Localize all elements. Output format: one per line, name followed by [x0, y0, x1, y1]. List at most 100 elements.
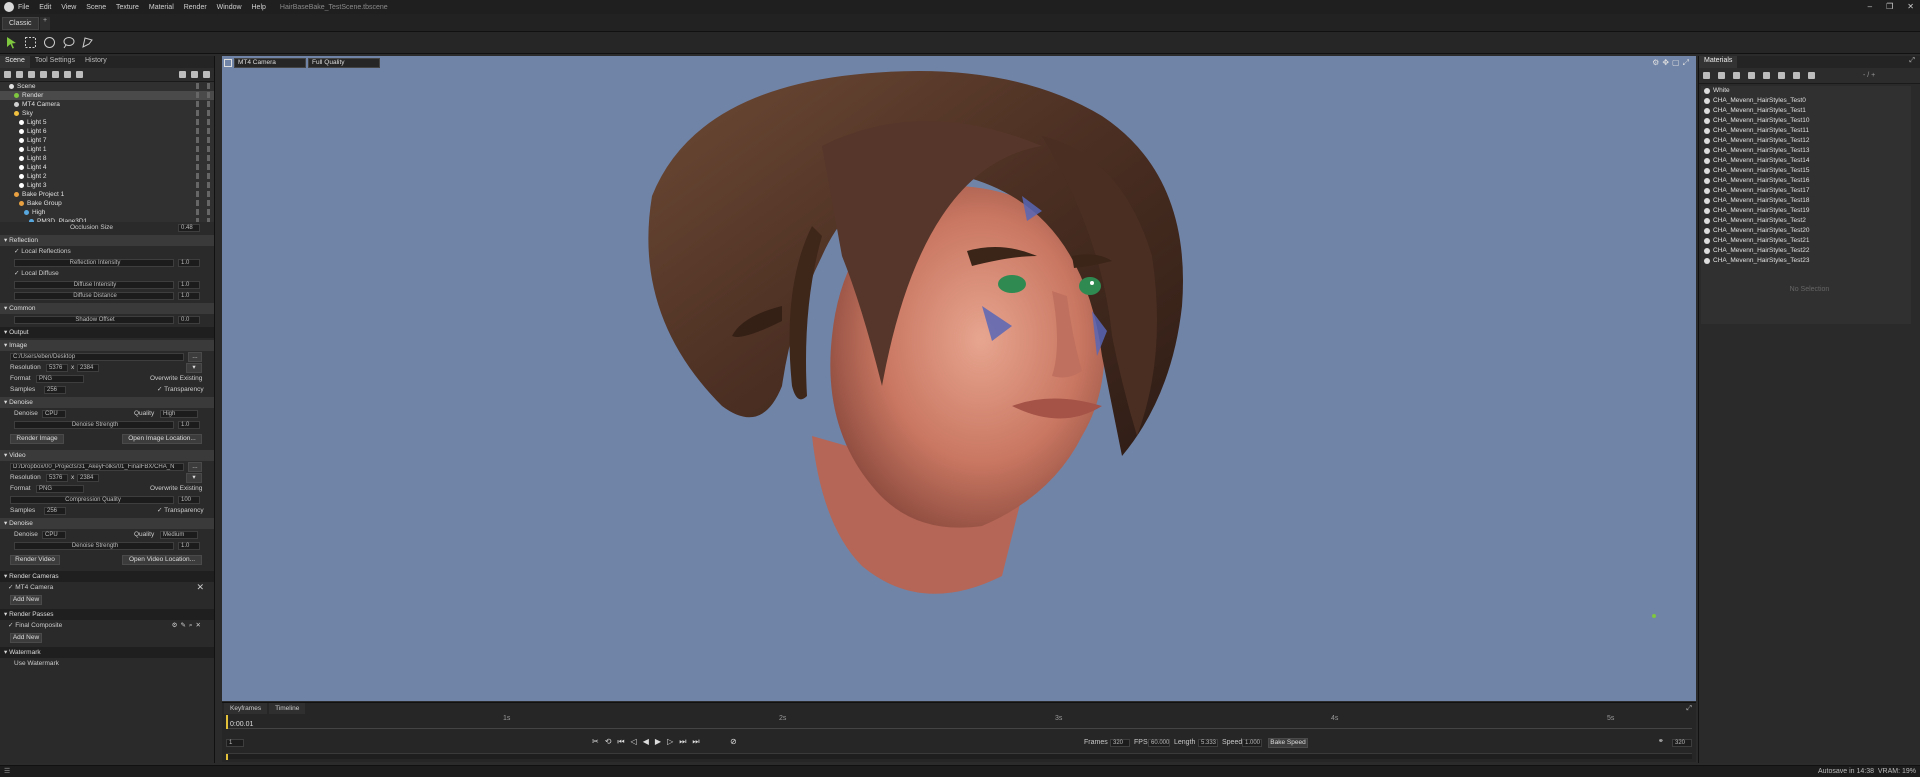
image-transparency-checkbox[interactable]: ✓ Transparency	[157, 384, 204, 395]
circle-select-icon[interactable]	[43, 36, 56, 49]
occlusion-size-field[interactable]: 0.48	[178, 223, 200, 232]
render-image-button[interactable]: Render Image	[10, 434, 64, 444]
video-denoise-header[interactable]: ▾ Denoise	[0, 518, 214, 529]
image-res-height[interactable]: 2384	[77, 363, 99, 372]
image-denoise-strength-slider[interactable]: Denoise Strength	[14, 420, 174, 429]
close-button[interactable]: ✕	[1907, 2, 1914, 11]
reflection-intensity-field[interactable]: 1.0	[178, 258, 200, 267]
video-browse-button[interactable]: ...	[188, 461, 202, 472]
camera-select[interactable]: MT4 Camera	[234, 58, 306, 68]
add-workspace-button[interactable]: +	[40, 17, 50, 30]
video-res-preset-button[interactable]: ▾	[186, 472, 202, 483]
image-denoise-select[interactable]: CPU	[42, 409, 66, 418]
tab-history[interactable]: History	[80, 56, 112, 68]
lock-visibility-icon[interactable]	[196, 119, 210, 125]
local-diffuse-row[interactable]: ✓ Local Diffuse	[0, 268, 214, 279]
bake-speed-button[interactable]: Bake Speed	[1268, 737, 1308, 748]
lock-visibility-icon[interactable]	[196, 110, 210, 116]
scene-tree-item[interactable]: Sky	[0, 109, 214, 118]
scene-tree-item[interactable]: Bake Group	[0, 199, 214, 208]
image-denoise-strength-field[interactable]: 1.0	[178, 420, 200, 429]
tab-scene[interactable]: Scene	[0, 56, 30, 68]
material-folder-icon[interactable]	[1748, 72, 1755, 79]
menu-help[interactable]: Help	[252, 4, 266, 11]
video-quality-select[interactable]: Medium	[160, 530, 198, 539]
speed-field[interactable]: 1.000	[1242, 738, 1262, 747]
diffuse-distance-field[interactable]: 1.0	[178, 291, 200, 300]
compression-quality-field[interactable]: 100	[178, 495, 200, 504]
render-cameras-header[interactable]: ▾ Render Cameras	[0, 571, 214, 582]
scene-tree-item[interactable]: Light 7	[0, 136, 214, 145]
scene-tree-item[interactable]: Light 4	[0, 163, 214, 172]
scene-tree-item[interactable]: MT4 Camera	[0, 100, 214, 109]
image-samples-field[interactable]: 256	[44, 385, 66, 394]
playhead[interactable]	[226, 715, 228, 729]
local-reflections-row[interactable]: ✓ Local Reflections	[0, 246, 214, 257]
frames-field[interactable]: 320	[1110, 738, 1130, 747]
reflection-header[interactable]: ▾ Reflection	[0, 235, 214, 246]
material-item[interactable]: CHA_Mevenn_HairStyles_Test12	[1701, 136, 1911, 146]
menu-file[interactable]: File	[18, 4, 29, 11]
lock-visibility-icon[interactable]	[196, 92, 210, 98]
material-settings-icon[interactable]	[1808, 72, 1815, 79]
scene-tree-item[interactable]: Light 6	[0, 127, 214, 136]
menu-window[interactable]: Window	[217, 4, 242, 11]
material-item[interactable]: CHA_Mevenn_HairStyles_Test20	[1701, 226, 1911, 236]
menu-render[interactable]: Render	[184, 4, 207, 11]
scene-tree-item[interactable]: Light 1	[0, 145, 214, 154]
duplicate-icon[interactable]	[191, 71, 198, 78]
open-image-location-button[interactable]: Open Image Location...	[122, 434, 202, 444]
add-material-icon[interactable]	[1703, 72, 1710, 79]
add-object-icon[interactable]	[4, 71, 11, 78]
image-format-select[interactable]: PNG	[36, 374, 84, 383]
video-res-width[interactable]: 5376	[46, 473, 68, 482]
lock-visibility-icon[interactable]	[196, 155, 210, 161]
watermark-header[interactable]: ▾ Watermark	[0, 647, 214, 658]
camera-icon[interactable]	[28, 71, 35, 78]
scene-tree-item[interactable]: Bake Project 1	[0, 190, 214, 199]
remove-camera-icon[interactable]: ✕	[196, 582, 204, 593]
render-pass-item[interactable]: ✓ Final Composite ⚙✎⌕✕	[0, 620, 214, 631]
transport-buttons[interactable]: ✂⟲⏮◁◀▶▷⏭⏭	[592, 737, 706, 747]
shadow-offset-field[interactable]: 0.0	[178, 315, 200, 324]
video-denoise-strength-field[interactable]: 1.0	[178, 541, 200, 550]
image-path-field[interactable]: C:/Users/eben/Desktop	[10, 352, 184, 361]
diffuse-distance-slider[interactable]: Diffuse Distance	[14, 291, 174, 300]
mesh-icon[interactable]	[40, 71, 47, 78]
video-format-select[interactable]: PNG	[36, 484, 84, 493]
material-refresh-icon[interactable]	[1793, 72, 1800, 79]
length-field[interactable]: 5.333	[1198, 738, 1218, 747]
scene-tree-item[interactable]: Light 3	[0, 181, 214, 190]
lock-visibility-icon[interactable]	[196, 101, 210, 107]
rect-select-icon[interactable]	[24, 36, 37, 49]
image-quality-select[interactable]: High	[160, 409, 198, 418]
shadow-offset-slider[interactable]: Shadow Offset	[14, 315, 174, 324]
diffuse-intensity-field[interactable]: 1.0	[178, 280, 200, 289]
video-path-field[interactable]: D:/Dropbox/00_Projects/31_AkeyFolks/01_F…	[10, 462, 184, 471]
menu-scene[interactable]: Scene	[86, 4, 106, 11]
image-denoise-header[interactable]: ▾ Denoise	[0, 397, 214, 408]
tab-timeline[interactable]: Timeline	[269, 703, 306, 714]
video-denoise-select[interactable]: CPU	[42, 530, 66, 539]
quality-select[interactable]: Full Quality	[308, 58, 380, 68]
lasso-select-icon[interactable]	[62, 36, 75, 49]
pass-actions-icons[interactable]: ⚙✎⌕✕	[172, 620, 204, 631]
scene-tree-item[interactable]: Light 8	[0, 154, 214, 163]
video-overwrite-checkbox[interactable]: Overwrite Existing	[150, 483, 202, 494]
material-item[interactable]: CHA_Mevenn_HairStyles_Test19	[1701, 206, 1911, 216]
reflection-intensity-slider[interactable]: Reflection Intensity	[14, 258, 174, 267]
lock-visibility-icon[interactable]	[196, 83, 210, 89]
lock-visibility-icon[interactable]	[196, 146, 210, 152]
compression-quality-slider[interactable]: Compression Quality	[10, 495, 174, 504]
add-camera-button[interactable]: Add New	[10, 595, 42, 605]
open-video-location-button[interactable]: Open Video Location...	[122, 555, 202, 565]
shader-icon[interactable]	[76, 71, 83, 78]
scene-tree-item[interactable]: Render	[0, 91, 214, 100]
material-trash-icon[interactable]	[1763, 72, 1770, 79]
video-header[interactable]: ▾ Video	[0, 450, 214, 461]
video-denoise-strength-slider[interactable]: Denoise Strength	[14, 541, 174, 550]
diffuse-intensity-slider[interactable]: Diffuse Intensity	[14, 280, 174, 289]
fps-field[interactable]: 60.000	[1148, 738, 1170, 747]
material-item[interactable]: CHA_Mevenn_HairStyles_Test15	[1701, 166, 1911, 176]
material-item[interactable]: CHA_Mevenn_HairStyles_Test10	[1701, 116, 1911, 126]
